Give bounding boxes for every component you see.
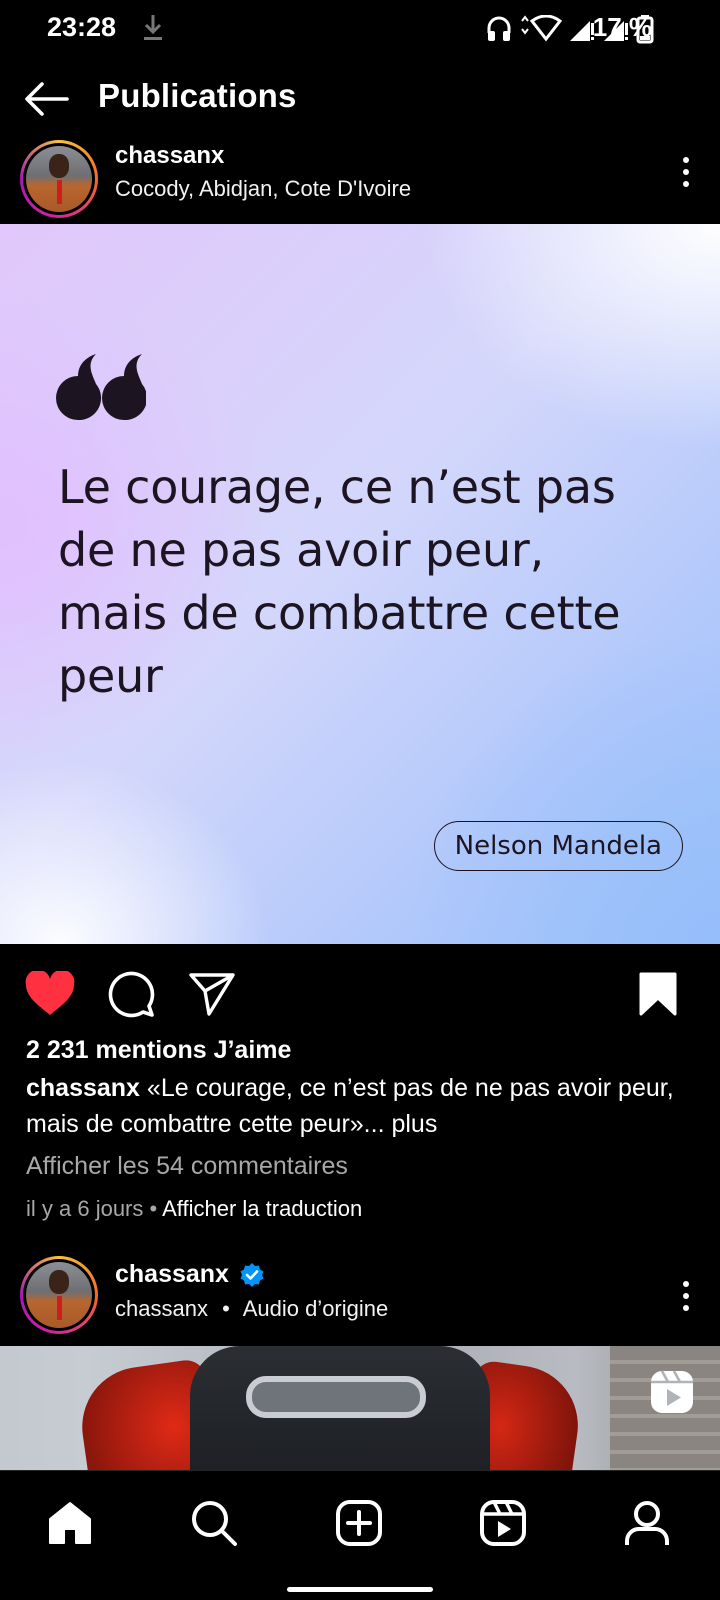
post2-subtitle: chassanx • Audio d’origine	[115, 1296, 388, 1322]
verified-badge-icon	[240, 1262, 264, 1287]
wifi-icon	[518, 14, 563, 48]
comment-button[interactable]	[105, 968, 157, 1020]
post-actions	[0, 944, 720, 1044]
heart-icon	[25, 971, 75, 1015]
quote-text: Le courage, ce n’est pas de ne pas avoir…	[58, 460, 621, 703]
nav-reels[interactable]	[475, 1495, 531, 1551]
post-time: il y a 6 jours	[26, 1196, 144, 1221]
post2-username[interactable]: chassanx	[115, 1260, 229, 1289]
more-options-button[interactable]	[674, 1276, 698, 1316]
post2-sub-user[interactable]: chassanx	[115, 1296, 208, 1321]
status-time: 23:28	[47, 12, 117, 42]
arrow-left-icon	[25, 82, 69, 116]
bookmark-icon	[639, 972, 677, 1016]
caption-username[interactable]: chassanx	[26, 1074, 140, 1102]
quote-mark-icon	[56, 354, 146, 420]
post2-media-preview[interactable]	[0, 1346, 720, 1470]
profile-icon	[625, 1501, 669, 1545]
reels-icon	[651, 1370, 693, 1413]
post-username[interactable]: chassanx	[115, 142, 224, 170]
app-header: Publications	[0, 58, 720, 138]
meta-separator: •	[143, 1196, 163, 1221]
post-meta: il y a 6 jours • Afficher la traduction	[26, 1196, 362, 1222]
home-indicator[interactable]	[287, 1587, 433, 1592]
post-image[interactable]: Le courage, ce n’est pas de ne pas avoir…	[0, 224, 720, 944]
download-icon	[142, 12, 164, 47]
caption-more-link[interactable]: plus	[385, 1110, 437, 1138]
headphones-icon	[486, 15, 512, 48]
send-icon	[189, 973, 235, 1016]
more-options-button[interactable]	[674, 152, 698, 192]
nav-search[interactable]	[186, 1495, 242, 1551]
back-button[interactable]	[22, 75, 70, 123]
search-icon	[192, 1501, 237, 1546]
save-button[interactable]	[632, 968, 684, 1020]
post2-header: chassanx chassanx • Audio d’origine	[0, 1256, 720, 1346]
post-location[interactable]: Cocody, Abidjan, Cote D'Ivoire	[115, 176, 411, 202]
nav-create[interactable]	[331, 1495, 387, 1551]
likes-count[interactable]: 2 231 mentions J’aime	[26, 1036, 291, 1065]
avatar[interactable]	[20, 140, 98, 218]
reels-icon	[480, 1500, 526, 1546]
post-header: chassanx Cocody, Abidjan, Cote D'Ivoire	[0, 138, 720, 224]
audio-link[interactable]: Audio d’origine	[243, 1296, 389, 1321]
create-icon	[336, 1500, 382, 1546]
share-button[interactable]	[186, 968, 238, 1020]
battery-percent-text: 17 %	[592, 12, 652, 42]
bullet-separator: •	[222, 1296, 230, 1321]
like-button[interactable]	[24, 968, 76, 1020]
author-pill: Nelson Mandela	[433, 821, 683, 871]
comment-icon	[108, 971, 155, 1018]
bottom-nav	[0, 1470, 720, 1600]
view-comments-link[interactable]: Afficher les 54 commentaires	[26, 1152, 348, 1181]
translate-link[interactable]: Afficher la traduction	[162, 1196, 362, 1221]
nav-profile[interactable]	[619, 1495, 675, 1551]
home-icon	[49, 1502, 91, 1544]
avatar[interactable]	[20, 1256, 98, 1334]
nav-home[interactable]	[42, 1495, 98, 1551]
caption[interactable]: chassanx «Le courage, ce n’est pas de ne…	[26, 1070, 706, 1142]
post2-user[interactable]: chassanx	[115, 1260, 265, 1289]
chair-slot	[246, 1376, 426, 1418]
page-title: Publications	[98, 77, 297, 114]
